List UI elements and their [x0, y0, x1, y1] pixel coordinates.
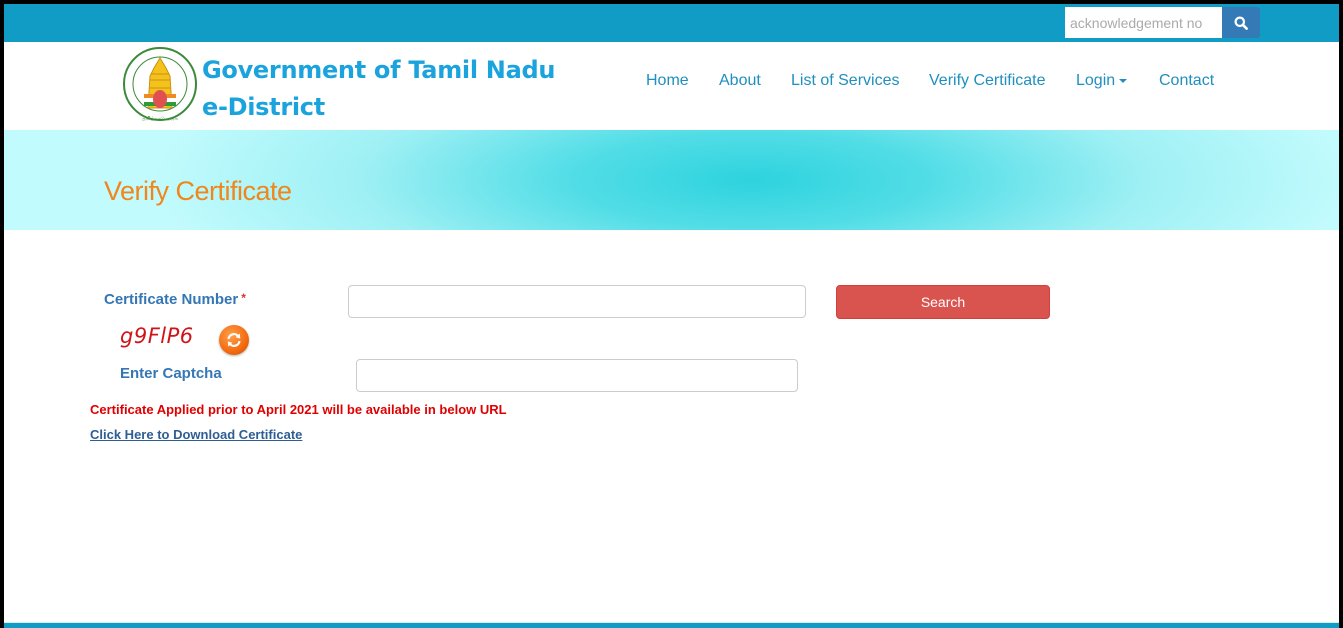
- brand-title[interactable]: Government of Tamil Nadu e-District: [202, 52, 555, 126]
- nav-home[interactable]: Home: [646, 72, 689, 90]
- tamil-nadu-emblem-logo[interactable]: தமிழ்நாடு அரசு: [122, 46, 198, 124]
- nav-list-of-services[interactable]: List of Services: [791, 72, 899, 90]
- certificate-number-label: Certificate Number *: [104, 291, 246, 308]
- certificate-number-label-text: Certificate Number: [104, 291, 239, 308]
- acknowledgement-search-button[interactable]: [1222, 7, 1260, 38]
- nav-login-dropdown[interactable]: Login: [1076, 72, 1128, 90]
- page-title: Verify Certificate: [104, 176, 292, 206]
- page: தமிழ்நாடு அரசு Government of Tamil Nadu …: [4, 4, 1339, 628]
- search-button[interactable]: Search: [836, 285, 1050, 319]
- required-marker: *: [241, 291, 246, 305]
- refresh-icon: [227, 333, 241, 347]
- nav-verify-certificate[interactable]: Verify Certificate: [929, 72, 1045, 90]
- refresh-captcha-button[interactable]: [219, 325, 249, 355]
- brand-line-2: e-District: [202, 93, 325, 121]
- enter-captcha-label: Enter Captcha: [120, 365, 222, 382]
- emblem-icon: தமிழ்நாடு அரசு: [123, 47, 197, 122]
- nav-about[interactable]: About: [719, 72, 761, 90]
- notice-text: Certificate Applied prior to April 2021 …: [90, 402, 507, 417]
- captcha-image: g9FlP6: [120, 324, 194, 348]
- nav-contact[interactable]: Contact: [1159, 72, 1214, 90]
- top-bar: [4, 4, 1339, 42]
- acknowledgement-input[interactable]: [1065, 7, 1222, 38]
- nav-login-label: Login: [1076, 72, 1116, 89]
- brand-line-1: Government of Tamil Nadu: [202, 56, 556, 84]
- caret-down-icon: [1119, 78, 1128, 83]
- footer-bar: [4, 622, 1339, 628]
- captcha-input[interactable]: [356, 359, 798, 392]
- site-header: தமிழ்நாடு அரசு Government of Tamil Nadu …: [4, 42, 1339, 130]
- page-banner: Verify Certificate: [4, 130, 1339, 230]
- certificate-number-input[interactable]: [348, 285, 806, 318]
- search-icon: [1234, 16, 1248, 30]
- download-certificate-link[interactable]: Click Here to Download Certificate: [90, 427, 302, 442]
- svg-text:தமிழ்நாடு அரசு: தமிழ்நாடு அரசு: [142, 116, 178, 122]
